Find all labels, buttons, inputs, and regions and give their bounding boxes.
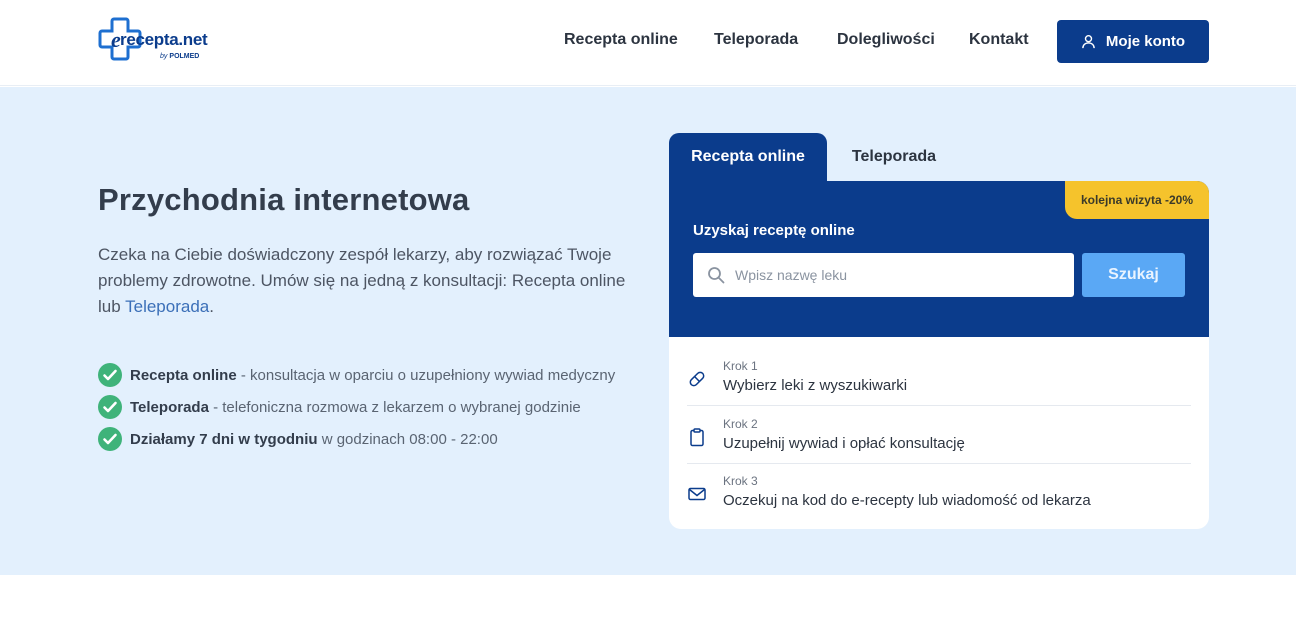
search-panel: kolejna wizyta -20% Uzyskaj receptę onli… xyxy=(669,181,1209,337)
step-number: Krok 3 xyxy=(723,474,758,488)
teleporada-link[interactable]: Teleporada xyxy=(125,297,209,316)
step-item: Krok 2 Uzupełnij wywiad i opłać konsulta… xyxy=(687,407,1191,464)
features-list: Recepta online - konsultacja w oparciu o… xyxy=(98,359,615,455)
account-button[interactable]: Moje konto xyxy=(1057,20,1209,63)
hero-section: Przychodnia internetowa Czeka na Ciebie … xyxy=(0,87,1296,575)
check-circle-icon xyxy=(98,395,122,419)
nav-recepta-online[interactable]: Recepta online xyxy=(564,31,678,49)
step-text: Uzupełnij wywiad i opłać konsultację xyxy=(723,435,965,452)
search-input[interactable] xyxy=(735,267,1055,283)
search-button[interactable]: Szukaj xyxy=(1082,253,1185,297)
tab-teleporada[interactable]: Teleporada xyxy=(827,133,961,181)
discount-badge: kolejna wizyta -20% xyxy=(1064,181,1209,219)
step-item: Krok 3 Oczekuj na kod do e-recepty lub w… xyxy=(687,464,1191,521)
nav-dolegliwosci[interactable]: Dolegliwości xyxy=(837,31,935,49)
search-panel-label: Uzyskaj receptę online xyxy=(693,222,855,239)
search-field[interactable] xyxy=(693,253,1074,297)
feature-item: Działamy 7 dni w tygodniu w godzinach 08… xyxy=(98,423,615,455)
mail-icon xyxy=(688,487,706,501)
account-button-label: Moje konto xyxy=(1105,33,1186,50)
feature-item: Teleporada - telefoniczna rozmowa z leka… xyxy=(98,391,615,423)
logo-byline: by POLMED xyxy=(160,53,200,60)
check-circle-icon xyxy=(98,427,122,451)
page-title: Przychodnia internetowa xyxy=(98,182,470,217)
pill-icon xyxy=(689,371,705,387)
step-number: Krok 1 xyxy=(723,359,758,373)
steps-panel: Krok 1 Wybierz leki z wyszukiwarki Krok … xyxy=(669,337,1209,529)
step-text: Oczekuj na kod do e-recepty lub wiadomoś… xyxy=(723,492,1091,509)
hero-description: Czeka na Ciebie doświadczony zespół leka… xyxy=(98,245,626,316)
search-icon xyxy=(708,267,725,284)
nav-kontakt[interactable]: Kontakt xyxy=(969,31,1029,49)
user-icon xyxy=(1082,34,1095,49)
logo-wordmark: recepta.net xyxy=(120,30,208,49)
feature-item: Recepta online - konsultacja w oparciu o… xyxy=(98,359,615,391)
tab-recepta-online[interactable]: Recepta online xyxy=(669,133,827,181)
step-text: Wybierz leki z wyszukiwarki xyxy=(723,377,908,394)
clipboard-icon xyxy=(690,428,704,447)
step-item: Krok 1 Wybierz leki z wyszukiwarki xyxy=(687,349,1191,406)
site-header: e recepta.net by POLMED Recepta online Te… xyxy=(0,0,1296,86)
logo[interactable]: e recepta.net by POLMED xyxy=(98,17,228,65)
step-number: Krok 2 xyxy=(723,417,758,431)
check-circle-icon xyxy=(98,363,122,387)
nav-teleporada[interactable]: Teleporada xyxy=(714,31,798,49)
